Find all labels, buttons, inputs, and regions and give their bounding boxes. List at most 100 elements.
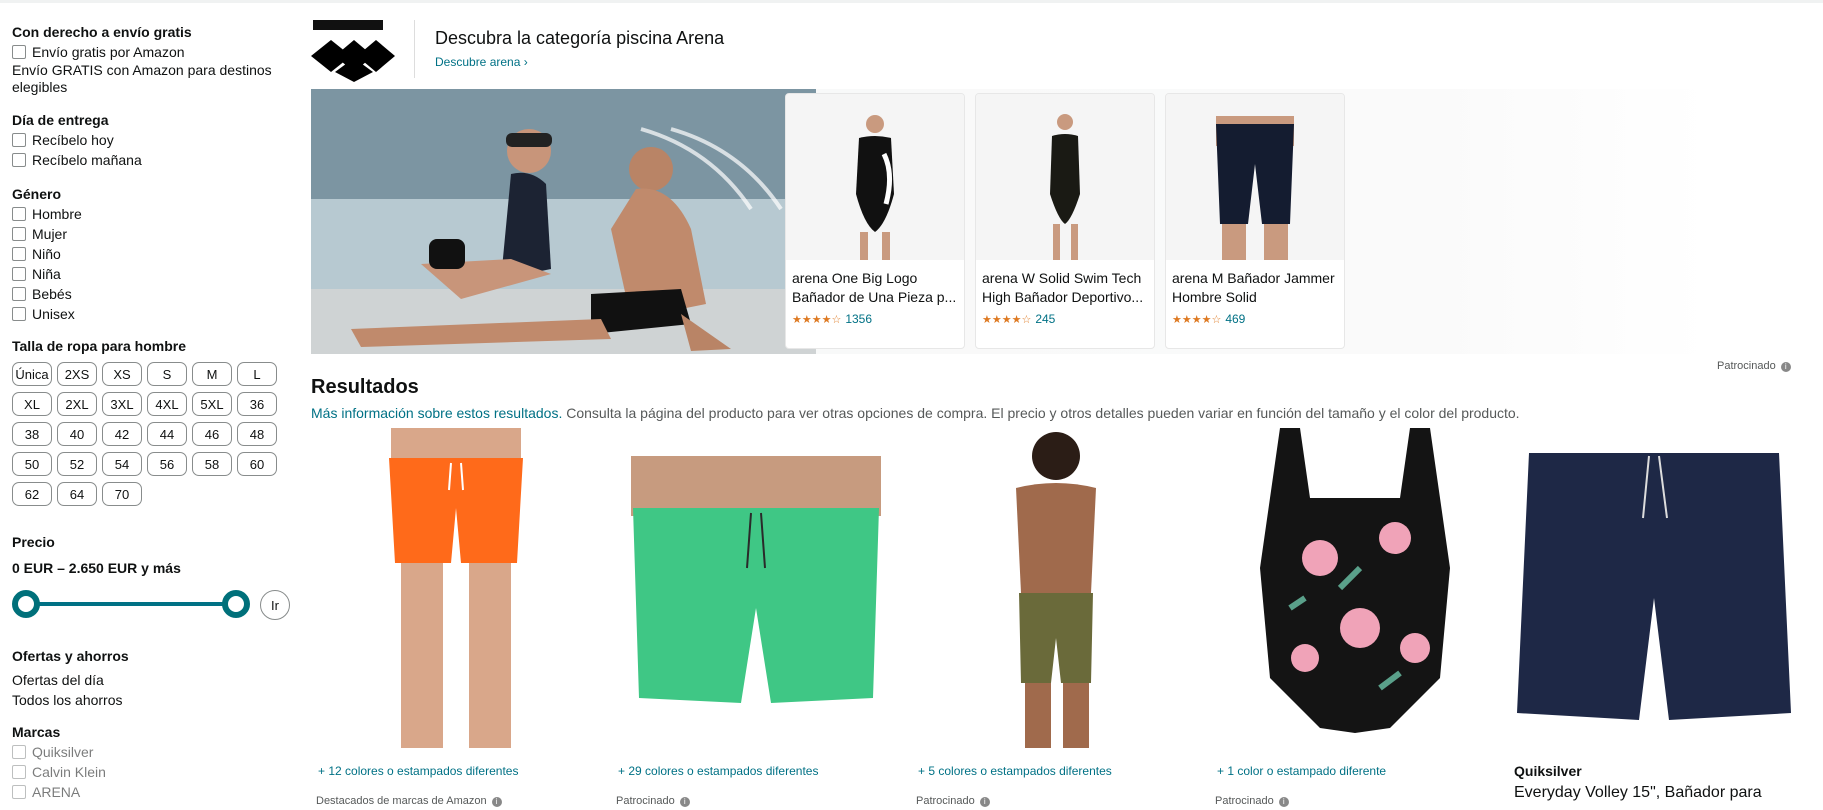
product-image[interactable] [1509,428,1799,748]
brand-option[interactable]: Calvin Klein [12,762,297,782]
product-image[interactable] [911,428,1201,748]
checkbox[interactable] [12,785,26,799]
size-option-button[interactable]: 40 [57,422,97,446]
free-shipping-note: Envío GRATIS con Amazon para destinos el… [12,62,272,95]
sponsored-label[interactable]: Patrocinado i [1717,360,1791,372]
size-option-button[interactable]: 42 [102,422,142,446]
size-option-button[interactable]: 62 [12,482,52,506]
info-icon: i [1780,362,1791,372]
size-option-button[interactable]: Única [12,362,52,386]
color-options-link[interactable]: + 29 colores o estampados diferentes [618,764,818,778]
checkbox[interactable] [12,745,26,759]
results-info-link[interactable]: Más información sobre estos resultados. [311,405,562,421]
color-options-link[interactable]: + 5 colores o estampados diferentes [918,764,1112,778]
banner-product-card[interactable]: arena W Solid Swim Tech High Bañador Dep… [975,93,1155,349]
size-option-button[interactable]: 60 [237,452,277,476]
size-option-button[interactable]: 58 [192,452,232,476]
product-title[interactable]: Everyday Volley 15", Bañador para [1514,784,1799,802]
checkbox[interactable] [12,267,26,281]
size-option-button[interactable]: 54 [102,452,142,476]
checkbox[interactable] [12,45,26,59]
slider-min-handle[interactable] [12,590,40,618]
brand-discover-link[interactable]: Descubre arena › [435,55,528,69]
star-rating-icon: ★★★★☆ [1172,313,1222,326]
star-rating-icon: ★★★★☆ [982,313,1032,326]
checkbox[interactable] [12,207,26,221]
checkbox[interactable] [12,227,26,241]
brand-option[interactable]: ARENA [12,782,297,802]
size-option-button[interactable]: 2XL [57,392,97,416]
size-option-button[interactable]: 70 [102,482,142,506]
result-card[interactable]: + 12 colores o estampados diferentes Des… [311,428,601,810]
star-rating-icon: ★★★★☆ [792,313,842,326]
product-title[interactable]: arena M Bañador Jammer Hombre Solid [1172,269,1342,307]
result-card[interactable]: + 1 color o estampado diferente Patrocin… [1210,428,1500,810]
filters-sidebar: Con derecho a envío gratis Envío gratis … [12,16,297,802]
product-rating[interactable]: ★★★★☆ 1356 [792,312,872,326]
size-option-button[interactable]: 5XL [192,392,232,416]
product-rating[interactable]: ★★★★☆ 469 [1172,312,1245,326]
result-card[interactable]: + 29 colores o estampados diferentes Pat… [611,428,901,810]
checkbox[interactable] [12,765,26,779]
result-card[interactable]: Quiksilver Everyday Volley 15", Bañador … [1509,428,1799,810]
result-card[interactable]: + 5 colores o estampados diferentes Patr… [911,428,1201,810]
slider-max-handle[interactable] [222,590,250,618]
size-option-button[interactable]: 64 [57,482,97,506]
size-option-button[interactable]: 44 [147,422,187,446]
gender-option[interactable]: Hombre [12,204,297,224]
gender-option[interactable]: Niña [12,264,297,284]
size-option-button[interactable]: 3XL [102,392,142,416]
card-label: Patrocinado i [616,795,690,807]
deals-link-all[interactable]: Todos los ahorros [12,690,297,710]
color-options-link[interactable]: + 1 color o estampado diferente [1217,764,1386,778]
banner-product-card[interactable]: arena M Bañador Jammer Hombre Solid ★★★★… [1165,93,1345,349]
product-image[interactable] [311,428,601,748]
card-label: Patrocinado i [916,795,990,807]
checkbox[interactable] [12,307,26,321]
size-option-button[interactable]: XS [102,362,142,386]
info-icon: i [491,797,502,807]
checkbox[interactable] [12,133,26,147]
deals-title: Ofertas y ahorros [12,648,129,664]
size-option-button[interactable]: 52 [57,452,97,476]
size-option-button[interactable]: 46 [192,422,232,446]
size-option-button[interactable]: 56 [147,452,187,476]
size-option-button[interactable]: 38 [12,422,52,446]
size-option-button[interactable]: M [192,362,232,386]
size-title: Talla de ropa para hombre [12,338,187,354]
brand-option[interactable]: Quiksilver [12,742,297,762]
size-option-button[interactable]: 36 [237,392,277,416]
hero-image[interactable] [311,89,816,354]
delivery-option-tomorrow[interactable]: Recíbelo mañana [12,150,297,170]
product-rating[interactable]: ★★★★☆ 245 [982,312,1055,326]
size-option-button[interactable]: 50 [12,452,52,476]
results-title: Resultados [311,376,419,398]
gender-option[interactable]: Unisex [12,304,297,324]
banner-product-card[interactable]: arena One Big Logo Bañador de Una Pieza … [785,93,965,349]
product-image[interactable] [611,428,901,748]
info-icon: i [679,797,690,807]
size-option-button[interactable]: 4XL [147,392,187,416]
gender-option[interactable]: Niño [12,244,297,264]
free-shipping-option[interactable]: Envío gratis por Amazon [12,42,297,62]
gender-option[interactable]: Bebés [12,284,297,304]
gender-option[interactable]: Mujer [12,224,297,244]
price-go-button[interactable]: Ir [260,590,290,620]
product-image[interactable] [1210,428,1500,748]
delivery-option-today[interactable]: Recíbelo hoy [12,130,297,150]
checkbox[interactable] [12,247,26,261]
checkbox[interactable] [12,287,26,301]
arena-logo[interactable] [311,16,397,82]
price-title: Precio [12,534,55,550]
product-title[interactable]: arena One Big Logo Bañador de Una Pieza … [792,269,962,307]
product-title[interactable]: arena W Solid Swim Tech High Bañador Dep… [982,269,1152,307]
size-option-button[interactable]: 48 [237,422,277,446]
size-option-button[interactable]: S [147,362,187,386]
size-option-button[interactable]: 2XS [57,362,97,386]
size-option-button[interactable]: XL [12,392,52,416]
deals-link-daily[interactable]: Ofertas del día [12,670,297,690]
checkbox[interactable] [12,153,26,167]
color-options-link[interactable]: + 12 colores o estampados diferentes [318,764,518,778]
price-slider[interactable]: Ir [12,588,292,620]
size-option-button[interactable]: L [237,362,277,386]
